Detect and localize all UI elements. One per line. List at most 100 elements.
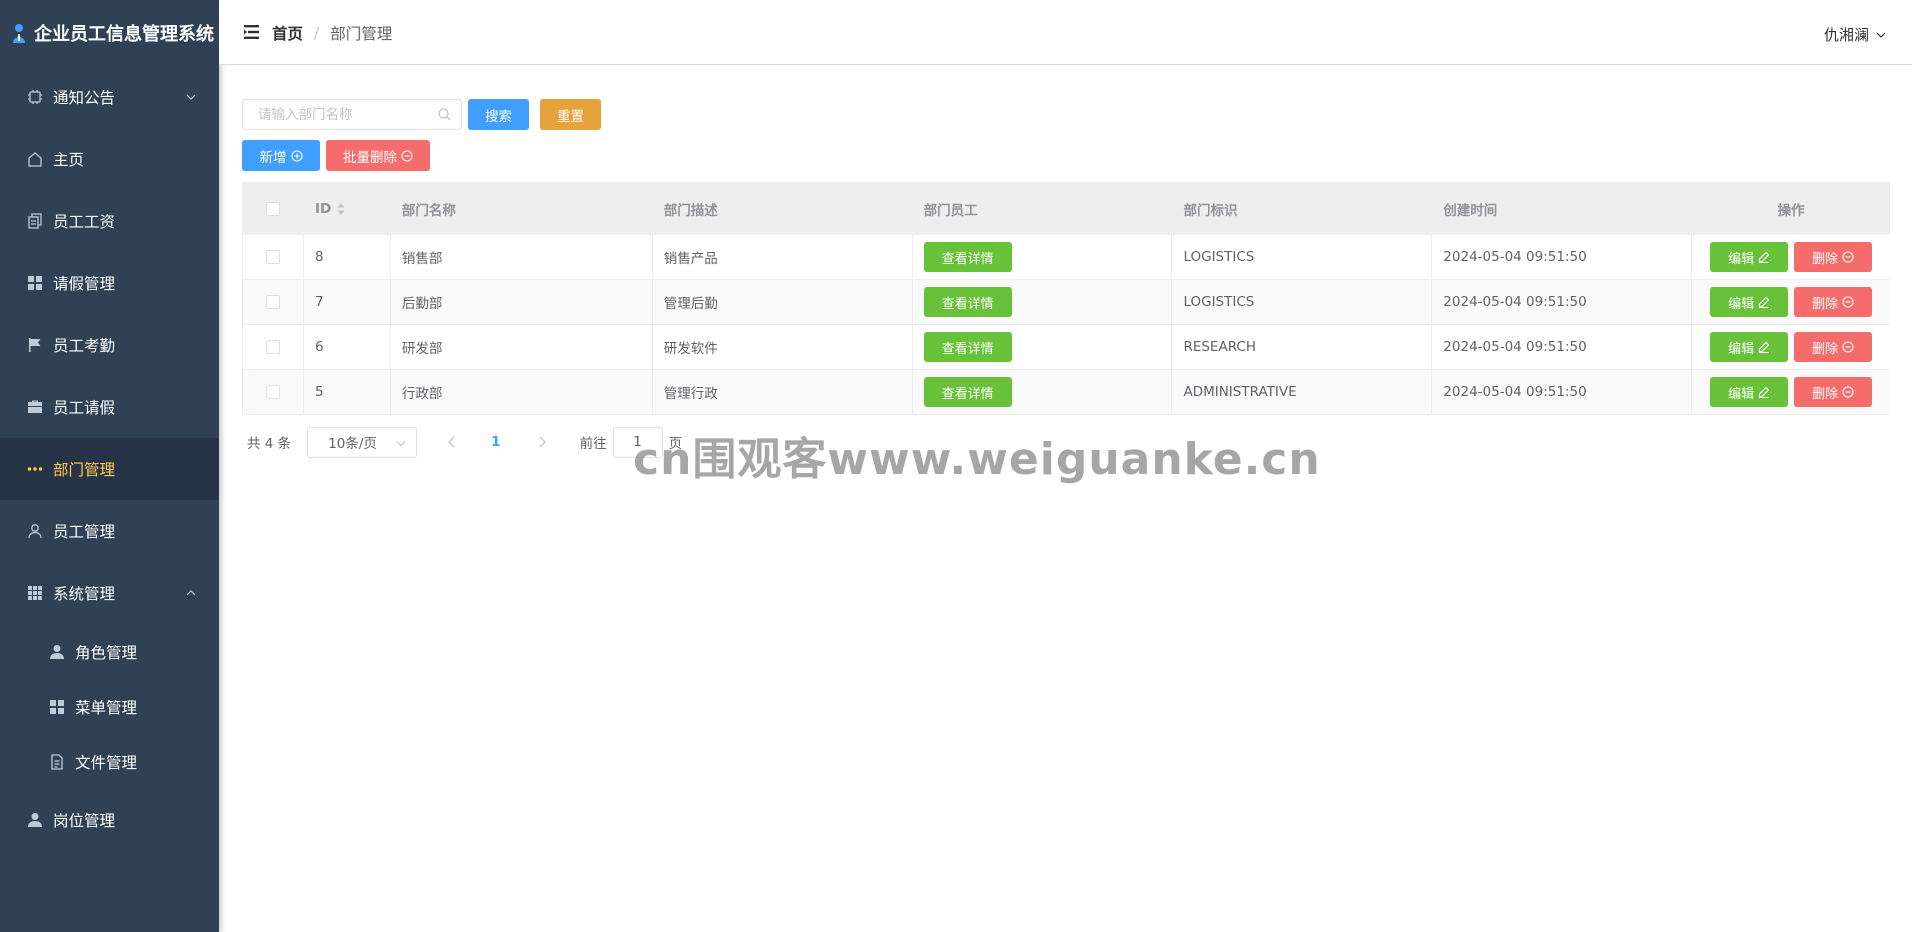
- hamburger-icon[interactable]: [244, 25, 259, 39]
- user-outline-icon: [27, 523, 43, 539]
- user-solid-icon: [27, 812, 43, 828]
- circle-minus-icon: [1842, 296, 1854, 308]
- delete-button[interactable]: 删除: [1794, 242, 1873, 272]
- prev-page-icon[interactable]: [447, 436, 457, 448]
- add-button[interactable]: 新增: [242, 140, 320, 171]
- edit-pen-icon: [1759, 341, 1770, 353]
- row-checkbox[interactable]: [265, 340, 280, 354]
- select-all-checkbox[interactable]: [266, 201, 281, 216]
- chevron-down-icon: [1876, 32, 1886, 38]
- edit-button-label: 编辑: [1728, 296, 1755, 312]
- circle-minus-icon: [401, 149, 413, 162]
- delete-button-label: 删除: [1812, 341, 1839, 357]
- sidebar-item-notice[interactable]: 通知公告: [0, 66, 219, 128]
- chevron-down-icon: [186, 94, 196, 100]
- breadcrumb-home[interactable]: 首页: [272, 22, 303, 44]
- copy-document-icon: [27, 213, 43, 229]
- sidebar-item-label: 通知公告: [53, 89, 116, 107]
- sidebar-item-department[interactable]: 部门管理: [0, 438, 219, 500]
- edit-button[interactable]: 编辑: [1710, 332, 1789, 362]
- pagination: 共 4 条 10条/页 1 前往 1 页: [247, 426, 682, 458]
- batch-delete-button[interactable]: 批量删除: [326, 140, 430, 171]
- app-logo[interactable]: 企业员工信息管理系统: [0, 0, 219, 66]
- delete-button[interactable]: 删除: [1794, 332, 1873, 362]
- cell-id: 6: [304, 325, 391, 369]
- sidebar-item-label: 员工工资: [53, 213, 116, 231]
- search-button[interactable]: 搜索: [468, 99, 529, 130]
- cell-id: 8: [304, 235, 391, 279]
- sidebar-subitem-label: 文件管理: [75, 753, 138, 772]
- view-details-button[interactable]: 查看详情: [923, 332, 1012, 362]
- view-details-button[interactable]: 查看详情: [923, 287, 1012, 317]
- sidebar-item-system[interactable]: 系统管理: [0, 562, 219, 624]
- sidebar-item-label: 请假管理: [53, 275, 116, 293]
- sidebar-subitem-file[interactable]: 文件管理: [0, 734, 219, 789]
- row-checkbox[interactable]: [265, 250, 280, 264]
- sidebar-subitem-role[interactable]: 角色管理: [0, 624, 219, 679]
- sidebar: 企业员工信息管理系统 通知公告 主页 员工工资 请假管理 员工考勤 员工请假 部…: [0, 0, 219, 932]
- user-name: 仇湘澜: [1823, 26, 1869, 44]
- sidebar-subitem-menu[interactable]: 菜单管理: [0, 679, 219, 734]
- sort-caret-icon[interactable]: [337, 202, 345, 216]
- cell-name: 销售部: [391, 235, 653, 279]
- column-header-flag: 部门标识: [1183, 202, 1238, 219]
- sidebar-item-employee-leave[interactable]: 员工请假: [0, 376, 219, 438]
- cell-time: 2024-05-04 09:51:50: [1432, 235, 1693, 279]
- breadcrumb-separator: /: [314, 24, 320, 42]
- sidebar-item-position[interactable]: 岗位管理: [0, 789, 219, 851]
- logo-icon: [13, 24, 25, 43]
- edit-button[interactable]: 编辑: [1710, 377, 1789, 407]
- reset-button-label: 重置: [557, 108, 584, 125]
- cell-name: 行政部: [391, 370, 653, 414]
- cell-desc: 管理后勤: [653, 280, 913, 324]
- edit-button[interactable]: 编辑: [1710, 242, 1789, 272]
- sidebar-item-employee[interactable]: 员工管理: [0, 500, 219, 562]
- column-header-ops: 操作: [1777, 202, 1805, 219]
- cell-flag: RESEARCH: [1172, 325, 1433, 369]
- grid-icon: [49, 699, 65, 715]
- delete-button[interactable]: 删除: [1794, 377, 1873, 407]
- row-checkbox[interactable]: [265, 295, 280, 309]
- next-page-icon[interactable]: [537, 436, 547, 448]
- edit-button-label: 编辑: [1728, 386, 1755, 402]
- top-navbar: 首页 / 部门管理 仇湘澜: [219, 0, 1912, 65]
- home-icon: [27, 151, 43, 167]
- sidebar-item-leave-management[interactable]: 请假管理: [0, 252, 219, 314]
- view-details-button[interactable]: 查看详情: [923, 242, 1012, 272]
- sidebar-item-label: 员工管理: [53, 523, 116, 541]
- sidebar-item-attendance[interactable]: 员工考勤: [0, 314, 219, 376]
- column-header-id[interactable]: ID: [304, 183, 391, 234]
- table-header-row: ID 部门名称 部门描述 部门员工 部门标识 创建时间 操作: [243, 183, 1890, 235]
- circle-minus-icon: [1842, 386, 1854, 398]
- cell-time: 2024-05-04 09:51:50: [1432, 280, 1693, 324]
- chevron-down-icon: [396, 440, 406, 446]
- pagination-total: 共 4 条: [247, 436, 292, 452]
- department-search-field[interactable]: [242, 99, 462, 130]
- circle-plus-icon: [290, 149, 303, 162]
- reset-button[interactable]: 重置: [540, 99, 601, 130]
- app-title: 企业员工信息管理系统: [34, 24, 214, 45]
- department-table: ID 部门名称 部门描述 部门员工 部门标识 创建时间 操作 8 销售部 销售产…: [242, 182, 1890, 415]
- page-size-select[interactable]: 10条/页: [307, 426, 418, 458]
- user-dropdown[interactable]: 仇湘澜: [1824, 24, 1887, 45]
- sidebar-item-salary[interactable]: 员工工资: [0, 190, 219, 252]
- delete-button[interactable]: 删除: [1794, 287, 1873, 317]
- cell-desc: 研发软件: [653, 325, 913, 369]
- cell-id: 7: [304, 280, 391, 324]
- grid-icon: [27, 275, 43, 291]
- edit-button-label: 编辑: [1728, 341, 1755, 357]
- search-icon: [438, 108, 451, 121]
- table-row: 7 后勤部 管理后勤 查看详情 LOGISTICS 2024-05-04 09:…: [243, 280, 1890, 325]
- table-row: 8 销售部 销售产品 查看详情 LOGISTICS 2024-05-04 09:…: [243, 235, 1890, 280]
- sidebar-item-label: 员工考勤: [53, 337, 116, 355]
- sidebar-item-home[interactable]: 主页: [0, 128, 219, 190]
- sidebar-subitem-label: 角色管理: [75, 643, 138, 662]
- cell-desc: 销售产品: [653, 235, 913, 279]
- document-icon: [49, 753, 65, 770]
- page-number-current[interactable]: 1: [491, 434, 500, 450]
- sidebar-item-label: 部门管理: [53, 461, 116, 479]
- edit-button[interactable]: 编辑: [1710, 287, 1789, 317]
- view-details-button[interactable]: 查看详情: [923, 377, 1012, 407]
- search-input[interactable]: [243, 100, 423, 129]
- row-checkbox[interactable]: [265, 385, 280, 399]
